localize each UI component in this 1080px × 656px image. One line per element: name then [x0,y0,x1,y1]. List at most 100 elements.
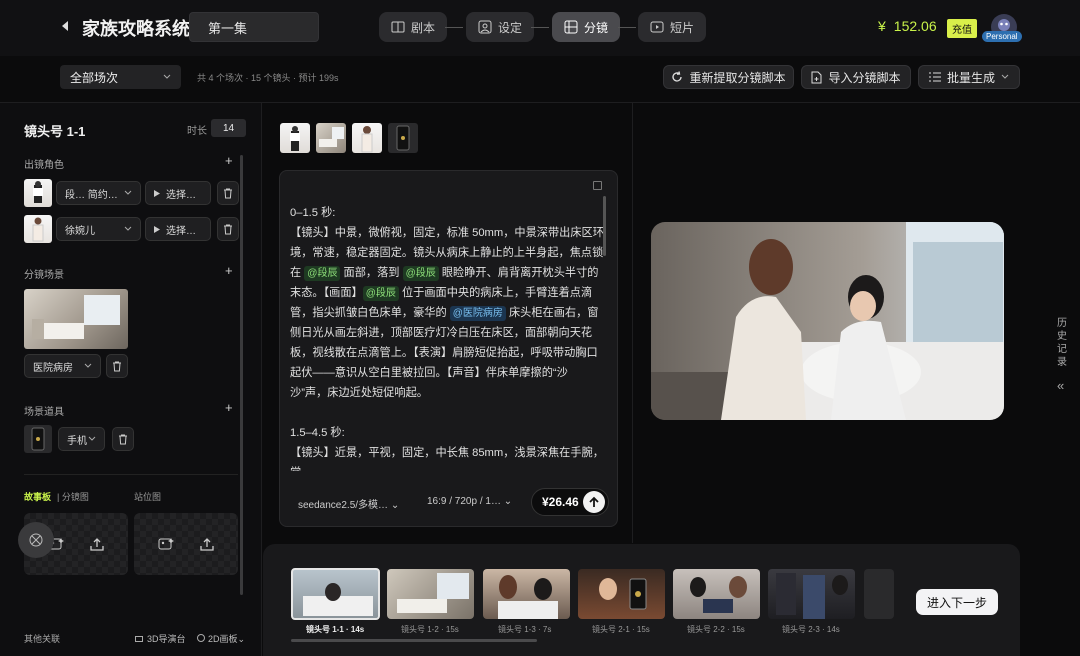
prompt-segment: 床头柜在画右，窗侧日光从画左斜进，顶部医疗灯冷白压在床区，面部朝向天花板，视线散… [290,307,599,399]
director-icon [135,636,143,642]
prop-name: 手机 [67,435,87,447]
ratio-label: 16:9 / 720p / 1… [427,496,501,507]
prop-thumbnail [24,425,52,453]
standin-upload-area[interactable] [134,513,238,575]
duration-input[interactable]: 14 [211,119,246,137]
delete-prop-button[interactable] [112,427,134,451]
chevron-down-icon [124,190,132,196]
prompt-segment: 面部，落到 [340,267,403,279]
next-step-button[interactable]: 进入下一步 [916,589,998,615]
tab-shot-image[interactable]: | 分镜图 [57,490,89,503]
episode-label: 第一集 [208,20,248,36]
character-select[interactable]: 段… 简约… [56,181,141,205]
generate-button[interactable] [583,491,605,513]
model-select[interactable]: seedance2.5/多模… ⌄ [298,496,399,511]
strip-scrollbar[interactable] [291,639,537,642]
reference-thumbnail[interactable] [388,123,418,153]
delete-character-button[interactable] [217,217,239,241]
play-icon [154,225,160,233]
shot-thumbnail[interactable] [673,569,760,619]
canvas-2d-link[interactable]: 2D画板⌄ [197,632,245,645]
scene-filter-select[interactable]: 全部场次 [60,65,181,89]
episode-select[interactable]: 第一集 [189,12,319,42]
model-label: seedance2.5/多模… [298,500,389,511]
left-panel-scrollbar[interactable] [240,155,243,595]
add-character-icon[interactable]: + [225,153,233,168]
arrow-up-icon [588,496,600,508]
other-links-label: 其他关联 [24,634,61,644]
stage-3d-link[interactable]: 3D导演台 [135,632,186,645]
floating-tool-button[interactable] [18,522,54,558]
upload-icon[interactable] [90,537,104,551]
step-short[interactable]: 短片 [638,12,707,42]
chevron-down-icon [88,436,96,442]
character-select[interactable]: 徐婉儿 [56,217,141,241]
history-toggle[interactable]: 历史记录 [1057,317,1067,369]
tab-storyboard[interactable]: 故事板 [24,490,51,503]
delete-scene-button[interactable] [106,354,128,378]
editor-scrollbar[interactable] [603,196,606,256]
tab-stand-in[interactable]: 站位图 [134,490,161,503]
canvas-2d-label: 2D画板 [208,634,238,644]
scene-thumbnail[interactable] [24,289,128,349]
select-look-button[interactable]: 选择… [145,217,211,241]
scene-summary: 共 4 个场次 · 15 个镜头 · 预计 199s [197,73,339,83]
step-script[interactable]: 剧本 [379,12,448,42]
reextract-label: 重新提取分镜脚本 [689,70,786,85]
back-icon[interactable] [60,20,70,32]
add-prop-icon[interactable]: + [225,400,233,415]
shot-thumbnail[interactable] [864,569,894,619]
delete-character-button[interactable] [217,181,239,205]
batch-label: 批量生成 [946,70,995,85]
trash-icon [223,188,233,199]
upload-icon[interactable] [200,537,214,551]
step-short-label: 短片 [670,20,695,35]
mention-tag[interactable]: @段辰 [304,266,341,281]
scene-select[interactable]: 医院病房 [24,354,101,378]
shot-thumbnail[interactable] [291,568,380,620]
step-settings-label: 设定 [498,20,523,35]
import-script-button[interactable]: 导入分镜脚本 [801,65,911,89]
reference-thumbnail[interactable] [316,123,346,153]
recharge-button[interactable]: 充值 [947,19,977,38]
collapse-icon[interactable]: « [1057,378,1064,393]
import-label: 导入分镜脚本 [828,70,901,85]
mention-tag[interactable]: @段辰 [362,286,399,301]
shot-label: 镜头号 1-2 · 15s [401,625,459,634]
price-label: ¥26.46 [542,495,579,509]
prop-select[interactable]: 手机 [58,427,105,451]
ratio-select[interactable]: 16:9 / 720p / 1… ⌄ [427,496,512,507]
shot-label: 镜头号 1-3 · 7s [498,625,552,634]
reextract-button[interactable]: 重新提取分镜脚本 [663,65,794,89]
ai-image-icon[interactable] [158,537,174,551]
scene-section-label: 分镜场景 [24,270,64,281]
step-storyboard[interactable]: 分镜 [552,12,621,42]
palette-icon [197,634,205,642]
chevron-down-icon [163,74,171,80]
shot-thumbnail[interactable] [387,569,474,619]
select-look-button[interactable]: 选择… [145,181,211,205]
reference-thumbnail[interactable] [352,123,382,153]
list-icon [928,72,941,82]
select-look-label: 选择… [166,189,196,201]
shot-thumbnail[interactable] [578,569,665,619]
add-scene-icon[interactable]: + [225,263,233,278]
expand-icon[interactable] [593,181,602,190]
mention-tag[interactable]: @医院病房 [449,306,506,321]
currency-symbol: ¥ [878,18,886,34]
settings-card-icon [478,20,492,34]
video-preview[interactable] [651,222,1004,420]
reference-thumbnail[interactable] [280,123,310,153]
step-settings[interactable]: 设定 [466,12,535,42]
stage-3d-label: 3D导演台 [147,634,186,644]
shot-label: 镜头号 1-1 · 14s [306,625,365,634]
pattern-icon [28,532,44,548]
prompt-text[interactable]: 0–1.5 秒: 【镜头】中景，微俯视，固定，标准 50mm，中景深带出床区环境… [290,203,604,471]
mention-tag[interactable]: @段辰 [402,266,439,281]
batch-generate-button[interactable]: 批量生成 [918,65,1020,89]
shot-thumbnail[interactable] [483,569,570,619]
file-import-icon [811,71,822,84]
shot-thumbnail[interactable] [768,569,855,619]
prompt-time-2: 1.5–4.5 秒: [290,427,345,439]
scene-name: 医院病房 [33,362,73,374]
